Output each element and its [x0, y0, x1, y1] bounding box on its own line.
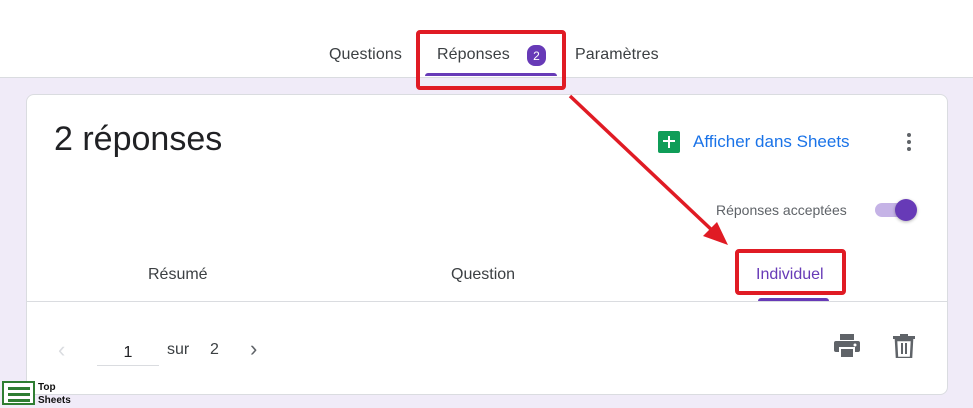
trash-icon[interactable]	[893, 334, 915, 363]
subtab-divider	[27, 301, 947, 302]
toggle-thumb	[895, 199, 917, 221]
subtab-summary[interactable]: Résumé	[148, 266, 208, 284]
view-in-sheets-link[interactable]: Afficher dans Sheets	[658, 131, 850, 153]
view-in-sheets-label: Afficher dans Sheets	[693, 132, 850, 151]
google-sheets-icon	[658, 131, 680, 153]
print-icon[interactable]	[834, 334, 860, 363]
pager-of-label: sur	[167, 341, 190, 358]
top-sheets-logo: Top Sheets	[2, 381, 82, 408]
annotation-box-individual	[735, 249, 846, 295]
responses-count-title: 2 réponses	[54, 120, 223, 158]
chevron-left-icon[interactable]: ‹	[58, 337, 65, 363]
logo-line-2: Sheets	[38, 395, 71, 406]
top-sheets-logo-text: Top Sheets	[38, 381, 71, 407]
accepting-responses-toggle[interactable]	[873, 199, 919, 221]
subtab-question[interactable]: Question	[451, 266, 515, 284]
accepting-responses-label: Réponses acceptées	[716, 202, 847, 218]
tab-settings[interactable]: Paramètres	[575, 46, 659, 64]
top-sheets-logo-icon	[2, 381, 35, 405]
pager-total: 2	[210, 341, 219, 358]
logo-line-1: Top	[38, 382, 56, 393]
annotation-box-responses	[416, 30, 566, 90]
more-vert-icon[interactable]	[902, 130, 916, 154]
chevron-right-icon[interactable]: ›	[250, 336, 257, 362]
page-number-input[interactable]	[97, 333, 159, 366]
tab-questions[interactable]: Questions	[329, 46, 402, 64]
